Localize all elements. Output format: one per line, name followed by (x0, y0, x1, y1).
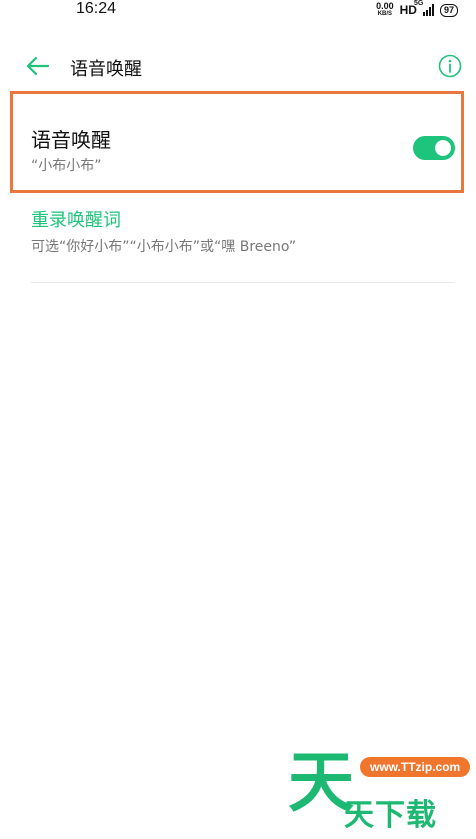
network-speed-value: 0.00 (376, 1, 394, 11)
watermark-logo: 天 www.TTzip.com 天下载 (288, 748, 471, 833)
voice-wake-subtitle: “小布小布” (31, 158, 102, 174)
top-app-bar: 语音唤醒 (0, 44, 476, 88)
back-arrow-icon[interactable] (22, 52, 52, 80)
toggle-knob (435, 140, 451, 156)
rerecord-wake-word-link[interactable]: 重录唤醒词 (31, 206, 121, 232)
status-bar: 16:24 0.00 KB/S HD 5G 97 (0, 0, 476, 24)
watermark-url: www.TTzip.com (360, 757, 471, 777)
info-icon[interactable] (437, 53, 463, 79)
battery-icon: 97 (439, 3, 458, 17)
rerecord-description: 可选“你好小布”“小布小布”或“嘿 Breeno” (31, 239, 297, 255)
divider (31, 282, 454, 283)
voice-wake-toggle[interactable] (413, 136, 455, 160)
network-type: 5G (413, 0, 424, 7)
network-speed: 0.00 KB/S (376, 2, 394, 18)
page-title: 语音唤醒 (70, 59, 142, 80)
network-speed-unit: KB/S (377, 11, 393, 17)
watermark-text: 天下载 (344, 798, 437, 833)
status-indicators: 0.00 KB/S HD 5G 97 (376, 0, 458, 18)
status-time: 16:24 (76, 0, 117, 17)
voice-wake-title: 语音唤醒 (31, 128, 111, 152)
signal-icon: 5G (414, 0, 434, 16)
